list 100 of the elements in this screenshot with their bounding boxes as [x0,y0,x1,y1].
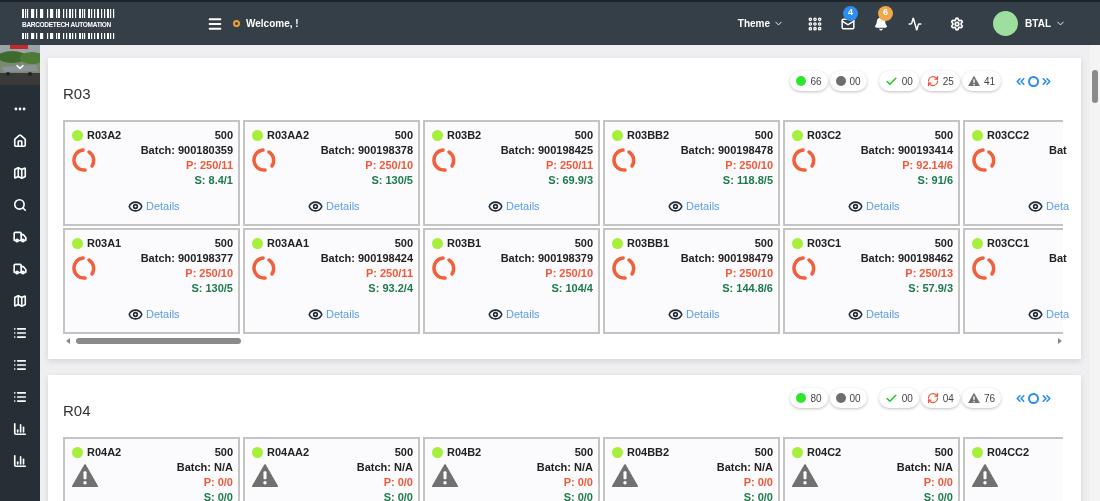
list-icon[interactable] [13,390,27,404]
eye-icon [848,198,863,214]
batch-number: Batch: 900198425 [500,143,593,158]
notification-count-badge: 6 [878,5,894,21]
eye-icon [1028,306,1043,322]
batch-number: Batch: 900198378 [320,143,413,158]
barcode-icon [22,8,116,18]
details-link[interactable]: Details [506,306,540,323]
s-value: S: 93.2/4 [368,281,413,296]
location-name: R03AA2 [267,128,310,142]
status-ring-icon [233,20,240,27]
s-value: S: 130/5 [371,173,413,188]
bar-chart-icon[interactable] [13,454,27,468]
p-value: P: 0/0 [383,475,413,490]
details-link[interactable]: Details [326,306,360,323]
details-link[interactable]: Details [686,198,720,215]
quantity: 500 [754,445,773,460]
sync-icon [972,255,998,281]
mail-icon[interactable] [841,16,856,31]
stat-count: 41 [983,74,995,89]
quantity: 500 [574,236,593,251]
settings-icon[interactable] [950,16,965,31]
details-link[interactable]: Details [866,306,900,323]
details-link[interactable]: Details [146,198,180,215]
menu-icon[interactable] [207,15,223,32]
stat-count: 00 [901,74,913,89]
bar-chart-icon[interactable] [13,422,27,436]
p-value: P: 250/10 [185,266,233,281]
warning-icon [612,464,638,488]
eye-icon [668,198,683,214]
location-name: R04CC2 [987,445,1030,459]
p-value: P: 250/11 [545,158,593,173]
details-link[interactable]: Details [326,198,360,215]
batch-number: Bat [1049,251,1067,266]
sync-icon [926,392,939,404]
s-value: S: 130/5 [191,281,233,296]
vertical-scrollbar[interactable] [1090,45,1100,501]
location-name: R04B2 [447,445,482,459]
eye-icon [1028,198,1043,214]
activity-icon[interactable] [908,16,923,31]
truck-icon[interactable] [13,230,27,244]
barcode-icon [22,32,116,39]
sync-icon [972,147,998,173]
s-value: S: 69.9/3 [548,173,593,188]
quantity: 500 [394,128,413,143]
s-value: S: 144.8/6 [722,281,773,296]
warning-icon [252,464,278,488]
details-link[interactable]: Details [686,306,720,323]
quantity: 500 [214,445,233,460]
warning-icon [972,464,998,488]
s-value: S: 91/6 [917,173,953,188]
s-value: S: 0/0 [563,490,593,501]
stat-count: 76 [983,391,995,406]
details-link[interactable]: Deta [1046,306,1070,323]
warning-icon [72,464,98,488]
list-icon[interactable] [13,358,27,372]
batch-number: Batch: 900198377 [140,251,233,266]
map-icon[interactable] [13,294,27,308]
avatar[interactable] [993,11,1019,36]
location-name: R03C2 [807,128,842,142]
p-value: P: 250/11 [365,266,413,281]
sync-icon [72,255,98,281]
eye-icon [128,198,143,214]
batch-number: Batch: N/A [716,460,773,475]
p-value: P: 0/0 [743,475,773,490]
search-icon[interactable] [13,198,27,212]
s-value: S: 0/0 [923,490,953,501]
details-link[interactable]: Details [506,198,540,215]
warning-icon [967,75,980,87]
theme-dropdown[interactable]: Theme [737,16,785,31]
batch-number: Batch: 900198478 [680,143,773,158]
s-value: S: 104/4 [551,281,593,296]
sync-icon [432,147,458,173]
apps-grid-icon[interactable] [807,15,824,32]
location-name: R04C2 [807,445,842,459]
eye-icon [488,198,503,214]
p-value: P: 0/0 [203,475,233,490]
sync-icon [72,147,98,173]
location-name: R04A2 [87,445,122,459]
stat-count: 04 [942,391,954,406]
sync-icon [792,255,818,281]
home-icon[interactable] [13,134,27,148]
batch-number: Batch: 900198479 [680,251,773,266]
truck-icon[interactable] [13,262,27,276]
user-menu[interactable]: BTAL [1025,16,1066,31]
p-value: P: 250/13 [905,266,953,281]
map-icon[interactable] [13,166,27,180]
details-link[interactable]: Deta [1046,198,1070,215]
details-link[interactable]: Details [866,198,900,215]
list-icon[interactable] [13,326,27,340]
eye-icon [128,306,143,322]
location-name: R03CC2 [987,128,1030,142]
stat-count: 80 [810,391,822,406]
quantity: 500 [754,128,773,143]
p-value: P: 250/10 [365,158,413,173]
notification-bell-icon[interactable] [874,16,889,31]
details-link[interactable]: Details [146,306,180,323]
batch-number: Batch: N/A [176,460,233,475]
batch-number: Batch: 900198424 [320,251,413,266]
batch-number: Bat [1049,143,1067,158]
